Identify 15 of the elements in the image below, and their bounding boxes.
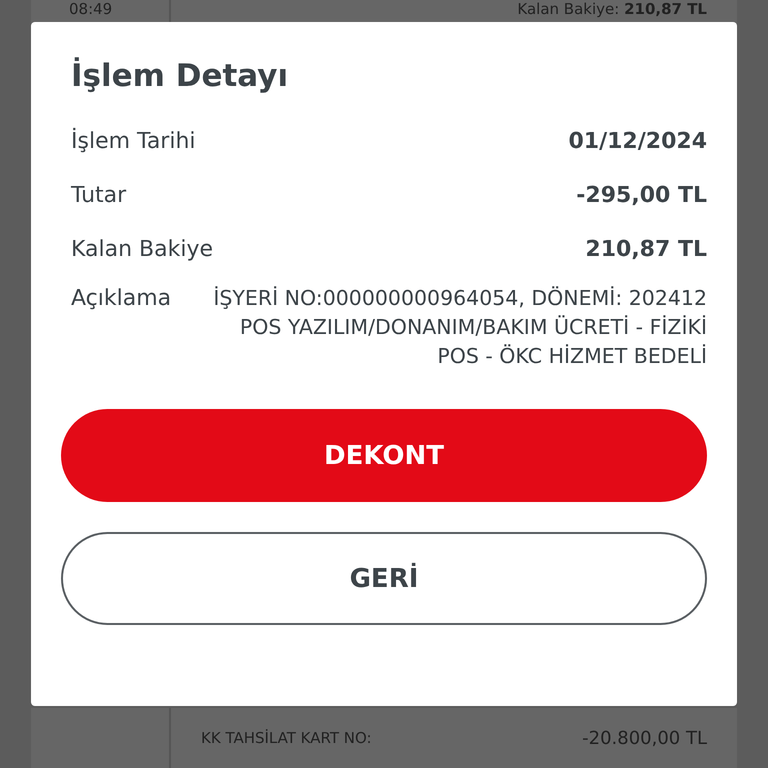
transaction-description: KK TAHSİLAT KART NO: bbox=[201, 729, 372, 747]
receipt-button[interactable]: DEKONT bbox=[61, 409, 707, 502]
description-label: Açıklama bbox=[71, 285, 172, 313]
field-label: Kalan Bakiye bbox=[71, 236, 214, 264]
dialog-title: İşlem Detayı bbox=[71, 56, 290, 96]
description-text: İŞYERİ NO:000000000964054, DÖNEMİ: 202412 POS YAZILIM/DONANIM/BAKIM ÜCRETİ - FİZİKİ POS - ÖKC HİZMET BEDELİ bbox=[212, 285, 707, 370]
back-button[interactable]: GERİ bbox=[61, 532, 707, 625]
field-value: 01/12/2024 bbox=[568, 128, 707, 156]
transaction-amount: -20.800,00 TL bbox=[582, 728, 707, 748]
field-value: -295,00 TL bbox=[576, 182, 707, 210]
field-value: 210,87 TL bbox=[585, 236, 707, 264]
transaction-time: 08:49 bbox=[69, 0, 112, 18]
field-label: Tutar bbox=[71, 182, 126, 210]
balance-text: Kalan Bakiye: 210,87 TL bbox=[517, 0, 707, 20]
field-label: İşlem Tarihi bbox=[71, 126, 196, 156]
